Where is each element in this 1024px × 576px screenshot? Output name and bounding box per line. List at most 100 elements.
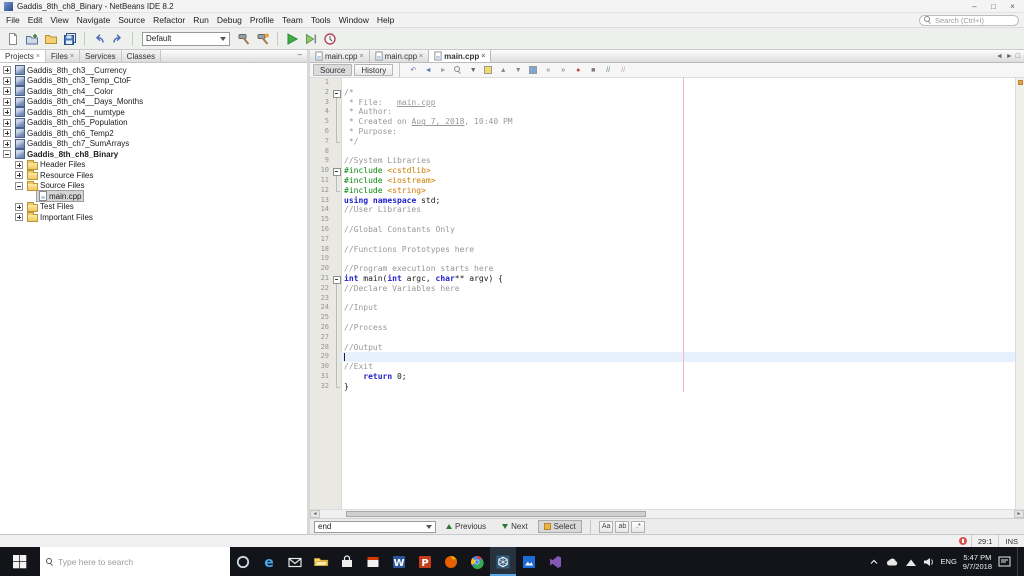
taskbar-powerpoint[interactable]: P	[412, 547, 438, 576]
stop-macro-recording-button[interactable]: ■	[586, 64, 600, 76]
toolbar-save-all-button[interactable]	[61, 30, 79, 48]
tree-item-main.cpp[interactable]: main.cpp	[0, 190, 307, 203]
expand-icon[interactable]	[15, 202, 23, 211]
scroll-left-button[interactable]: ◄	[310, 510, 320, 518]
fold-marker[interactable]	[332, 274, 341, 284]
panel-tab-services[interactable]: Services	[79, 50, 122, 62]
next-bookmark-button[interactable]: ▼	[511, 64, 525, 76]
close-icon[interactable]: ×	[419, 53, 423, 60]
forward-button[interactable]: ►	[436, 64, 450, 76]
menu-help[interactable]: Help	[373, 14, 398, 26]
back-button[interactable]: ◄	[421, 64, 435, 76]
taskbar-word[interactable]: W	[386, 547, 412, 576]
menu-profile[interactable]: Profile	[246, 14, 278, 26]
horizontal-scrollbar[interactable]: ◄ ►	[310, 509, 1024, 518]
menu-source[interactable]: Source	[114, 14, 149, 26]
taskbar-file-explorer[interactable]	[308, 547, 334, 576]
menu-refactor[interactable]: Refactor	[149, 14, 189, 26]
find-next-button[interactable]: Next	[496, 520, 533, 533]
tree-item-test-files[interactable]: Test Files	[0, 201, 307, 213]
configuration-select[interactable]: Default	[142, 31, 230, 46]
taskbar-calendar[interactable]	[360, 547, 386, 576]
panel-tab-projects[interactable]: Projects ×	[0, 50, 46, 62]
regular-expression-toggle[interactable]: .*	[631, 520, 646, 533]
uncomment-lines-button[interactable]: //	[616, 64, 630, 76]
close-icon[interactable]: ×	[36, 53, 40, 60]
scrollbar-track[interactable]	[320, 510, 1014, 518]
toggle-bookmark-button[interactable]	[526, 64, 540, 76]
expand-icon[interactable]	[3, 108, 11, 117]
toolbar-clean-build-project-button[interactable]	[254, 30, 272, 48]
start-macro-recording-button[interactable]: ●	[571, 64, 585, 76]
toolbar-undo-button[interactable]	[90, 30, 108, 48]
onedrive-icon[interactable]	[885, 557, 899, 567]
tree-item-gaddis-8th-ch4-color[interactable]: Gaddis_8th_ch4__Color	[0, 86, 307, 97]
scroll-tabs-left-button[interactable]: ◄	[996, 53, 1003, 60]
toolbar-new-file-button[interactable]	[4, 30, 22, 48]
expand-icon[interactable]	[3, 97, 11, 106]
history-view-button[interactable]: History	[354, 64, 394, 76]
tree-item-gaddis-8th-ch4-days-months[interactable]: Gaddis_8th_ch4__Days_Months	[0, 96, 307, 108]
fold-marker[interactable]	[332, 88, 341, 98]
menu-file[interactable]: File	[2, 14, 24, 26]
scrollbar-thumb[interactable]	[346, 511, 646, 517]
tree-item-gaddis-8th-ch7-sumarrays[interactable]: Gaddis_8th_ch7_SumArrays	[0, 138, 307, 150]
tree-item-gaddis-8th-ch3-currency[interactable]: Gaddis_8th_ch3__Currency	[0, 65, 307, 76]
collapse-icon[interactable]	[3, 150, 11, 159]
tree-item-header-files[interactable]: Header Files	[0, 159, 307, 171]
expand-icon[interactable]	[15, 213, 23, 222]
error-stripe[interactable]	[1015, 78, 1024, 509]
taskbar-photos[interactable]	[516, 547, 542, 576]
code-editor[interactable]: 1 2/* 3 * File: main.cpp 4 * Author: 5 * Cre…	[310, 78, 1015, 509]
menu-debug[interactable]: Debug	[213, 14, 246, 26]
fold-marker[interactable]	[332, 166, 341, 176]
menu-window[interactable]: Window	[335, 14, 373, 26]
minimize-button[interactable]: –	[967, 1, 982, 12]
taskbar-search-input[interactable]	[58, 556, 208, 567]
match-case-toggle[interactable]: Aa	[598, 520, 614, 533]
expand-icon[interactable]	[15, 160, 23, 169]
tree-item-gaddis-8th-ch6-temp2[interactable]: Gaddis_8th_ch6_Temp2	[0, 128, 307, 139]
tree-item-gaddis-8th-ch3-temp-ctof[interactable]: Gaddis_8th_ch3_Temp_CtoF	[0, 75, 307, 87]
ide-search-box[interactable]	[919, 14, 1019, 26]
select-matches-button[interactable]: Select	[537, 520, 582, 533]
panel-tab-files[interactable]: Files ×	[46, 50, 80, 62]
menu-navigate[interactable]: Navigate	[73, 14, 115, 26]
close-icon[interactable]: ×	[359, 53, 363, 60]
volume-icon[interactable]	[923, 557, 935, 567]
toolbar-run-project-button[interactable]	[283, 30, 301, 48]
action-center-icon[interactable]	[998, 556, 1011, 567]
ide-search-input[interactable]	[935, 15, 1007, 25]
find-previous-button[interactable]: Previous	[440, 520, 492, 533]
tree-item-gaddis-8th-ch8-binary[interactable]: Gaddis_8th_ch8_Binary	[0, 149, 307, 160]
find-query-combo[interactable]	[314, 520, 436, 533]
tree-item-resource-files[interactable]: Resource Files	[0, 170, 307, 181]
tree-item-important-files[interactable]: Important Files	[0, 212, 307, 223]
maximize-editor-button[interactable]: □	[1016, 53, 1020, 60]
taskbar-store[interactable]	[334, 547, 360, 576]
tree-item-gaddis-8th-ch4-numtype[interactable]: Gaddis_8th_ch4__numtype	[0, 107, 307, 118]
toolbar-debug-project-button[interactable]	[302, 30, 320, 48]
last-edit-position-button[interactable]: ↶	[406, 64, 420, 76]
expand-icon[interactable]	[3, 129, 11, 138]
toolbar-open-project-button[interactable]	[42, 30, 60, 48]
start-button[interactable]	[0, 547, 40, 576]
taskbar-netbeans[interactable]	[490, 547, 516, 576]
expand-icon[interactable]	[15, 171, 23, 180]
taskbar-visual-studio[interactable]	[542, 547, 568, 576]
panel-tab-classes[interactable]: Classes	[121, 50, 162, 62]
editor-tab-3[interactable]: main.cpp ×	[429, 50, 492, 62]
menu-team[interactable]: Team	[278, 14, 307, 26]
expand-icon[interactable]	[3, 76, 11, 85]
toolbar-profile-project-button[interactable]	[321, 30, 339, 48]
maximize-button[interactable]: □	[986, 1, 1001, 12]
toggle-highlight-search-button[interactable]	[481, 64, 495, 76]
shift-line-right-button[interactable]: »	[556, 64, 570, 76]
clock[interactable]: 5:47 PM 9/7/2018	[963, 553, 992, 571]
minimize-panel-button[interactable]: –	[293, 50, 307, 62]
tray-expand-icon[interactable]	[869, 557, 879, 567]
editor-tab-1[interactable]: main.cpp ×	[310, 50, 370, 62]
show-desktop-button[interactable]	[1017, 547, 1021, 576]
taskbar-cortana[interactable]	[230, 547, 256, 576]
notifications-icon[interactable]	[958, 537, 967, 545]
